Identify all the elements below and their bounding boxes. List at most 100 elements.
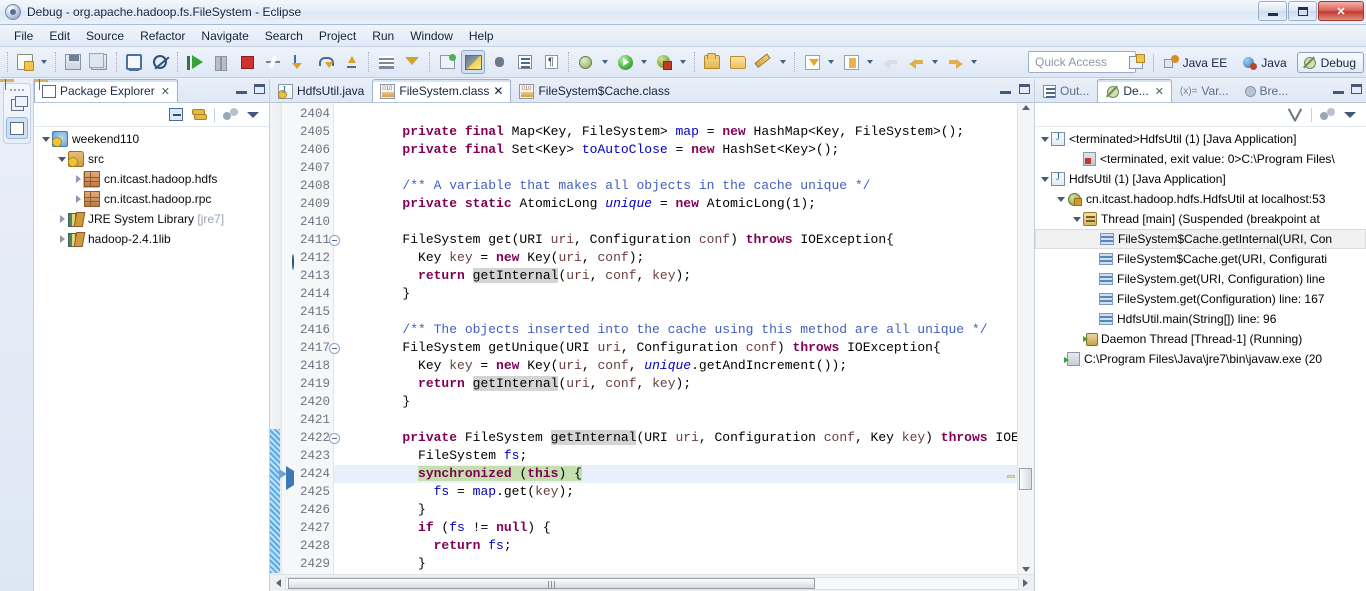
editor-tab-filesystem-cache[interactable]: FileSystem$Cache.class [511, 79, 677, 102]
close-icon[interactable]: ✕ [1155, 85, 1164, 98]
editor-horizontal-scrollbar[interactable] [270, 574, 1034, 591]
line-number[interactable]: 2419 [282, 375, 333, 393]
forward-button[interactable] [943, 50, 967, 74]
run-last-button[interactable] [613, 50, 637, 74]
debug-tree-item[interactable]: FileSystem$Cache.get(URI, Configurati [1035, 249, 1366, 269]
menu-source[interactable]: Source [78, 27, 132, 45]
debug-tree-item[interactable]: HdfsUtil.main(String[]) line: 96 [1035, 309, 1366, 329]
line-number[interactable]: 2416 [282, 321, 333, 339]
debug-tree-item[interactable]: FileSystem.get(URI, Configuration) line [1035, 269, 1366, 289]
expand-arrow-icon[interactable] [72, 189, 84, 209]
code-line[interactable] [334, 411, 1017, 429]
focus-on-task-button[interactable] [220, 105, 240, 124]
tree-item[interactable]: src [34, 149, 269, 169]
line-number[interactable]: 2411 [282, 231, 340, 249]
menu-run[interactable]: Run [364, 27, 402, 45]
editor-vertical-scrollbar[interactable] [1017, 103, 1034, 574]
maximize-editor-button[interactable] [1016, 81, 1032, 97]
collapse-all-button[interactable] [166, 105, 186, 124]
tab-debug[interactable]: De... ✕ [1097, 79, 1172, 102]
view-menu-button[interactable] [243, 105, 263, 124]
open-type-button[interactable] [513, 50, 537, 74]
debug-tree-item[interactable]: C:\Program Files\Java\jre7\bin\javaw.exe… [1035, 349, 1366, 369]
scrollbar-thumb[interactable] [1019, 468, 1032, 490]
line-number-ruler[interactable]: 2404 2405 2406 2407 2408 2409 2410 2411 2412 2413… [279, 103, 340, 574]
menu-help[interactable]: Help [461, 27, 502, 45]
code-line[interactable]: Key key = new Key(uri, conf); [334, 249, 1017, 267]
tab-outline[interactable]: Out... [1035, 79, 1097, 102]
line-number[interactable]: 2404 [282, 105, 333, 123]
code-line[interactable]: } [334, 501, 1017, 519]
code-line[interactable]: return fs; [334, 537, 1017, 555]
collapse-arrow-icon[interactable] [1039, 169, 1051, 189]
new-wizard-button[interactable] [13, 50, 37, 74]
line-number[interactable]: 2417 [282, 339, 340, 357]
scrollbar-thumb[interactable] [288, 577, 816, 589]
code-line[interactable] [334, 159, 1017, 177]
minimize-view-button[interactable] [1330, 81, 1346, 97]
code-line[interactable] [334, 213, 1017, 231]
code-line[interactable]: } [334, 393, 1017, 411]
drag-handle[interactable] [4, 86, 30, 93]
line-number[interactable]: 2409 [282, 195, 333, 213]
line-number[interactable]: 2414 [282, 285, 333, 303]
perspective-java[interactable]: Java [1237, 52, 1294, 73]
previous-annotation-dropdown[interactable] [864, 50, 875, 74]
editor-tab-hdfsutil[interactable]: HdfsUtil.java [270, 79, 372, 102]
line-number[interactable]: 2424 [279, 465, 333, 490]
expand-arrow-icon[interactable] [56, 229, 68, 249]
tab-breakpoints[interactable]: Bre... [1237, 79, 1297, 102]
run-last-dropdown[interactable] [638, 50, 649, 74]
line-number[interactable]: 2425 [282, 483, 333, 501]
debug-tree-item[interactable]: <terminated>HdfsUtil (1) [Java Applicati… [1035, 129, 1366, 149]
code-line[interactable] [334, 105, 1017, 123]
code-line[interactable] [334, 303, 1017, 321]
line-number[interactable]: 2406 [282, 141, 333, 159]
menu-edit[interactable]: Edit [41, 27, 78, 45]
menu-navigate[interactable]: Navigate [193, 27, 256, 45]
resume-button[interactable] [183, 50, 207, 74]
collapse-arrow-icon[interactable] [1055, 189, 1067, 209]
line-number[interactable]: 2426 [282, 501, 333, 519]
perspective-java-ee[interactable]: Java EE [1159, 52, 1236, 73]
external-tools-button[interactable] [652, 50, 676, 74]
debug-last-button[interactable] [574, 50, 598, 74]
back-button-pale[interactable] [878, 50, 902, 74]
package-explorer-fastview-button[interactable] [6, 117, 28, 139]
step-into-button[interactable] [287, 50, 311, 74]
external-tools-dropdown[interactable] [677, 50, 688, 74]
debug-tree-item[interactable]: Thread [main] (Suspended (breakpoint at [1035, 209, 1366, 229]
mark-occurrences-button[interactable]: ¶ [539, 50, 563, 74]
debug-stack-tree[interactable]: <terminated>HdfsUtil (1) [Java Applicati… [1035, 127, 1366, 591]
line-number[interactable]: 2427 [282, 519, 333, 537]
code-line[interactable]: return getInternal(uri, conf, key); [334, 375, 1017, 393]
view-menu-button[interactable] [1340, 105, 1360, 124]
line-number[interactable]: 2405 [282, 123, 333, 141]
code-line[interactable]: /** A variable that makes all objects in… [334, 177, 1017, 195]
drop-to-frame-button[interactable] [374, 50, 398, 74]
code-line[interactable]: } [334, 555, 1017, 573]
suspend-button[interactable] [209, 50, 233, 74]
line-number[interactable]: 2412 [282, 249, 333, 270]
code-line[interactable]: /** The objects inserted into the cache … [334, 321, 1017, 339]
close-icon[interactable]: ✕ [161, 85, 170, 98]
code-line[interactable]: private static AtomicLong unique = new A… [334, 195, 1017, 213]
close-button[interactable]: ✕ [1318, 1, 1364, 21]
line-number[interactable]: 2422 [282, 429, 340, 447]
minimize-button[interactable] [1258, 1, 1287, 21]
scroll-right-icon[interactable] [1023, 579, 1028, 587]
next-annotation-dropdown[interactable] [825, 50, 836, 74]
debug-perspective-button[interactable] [461, 50, 485, 74]
collapse-arrow-icon[interactable] [1039, 129, 1051, 149]
collapse-arrow-icon[interactable] [56, 149, 68, 169]
expand-arrow-icon[interactable] [72, 169, 84, 189]
editor-tab-filesystem[interactable]: FileSystem.class ✕ [372, 79, 512, 102]
line-number[interactable]: 2408 [282, 177, 333, 195]
link-with-editor-button[interactable] [189, 105, 209, 124]
menu-project[interactable]: Project [311, 27, 364, 45]
restore-button[interactable] [1288, 1, 1317, 21]
menu-search[interactable]: Search [257, 27, 311, 45]
expand-arrow-icon[interactable] [56, 209, 68, 229]
step-return-button[interactable] [339, 50, 363, 74]
code-line[interactable]: FileSystem fs; [334, 447, 1017, 465]
